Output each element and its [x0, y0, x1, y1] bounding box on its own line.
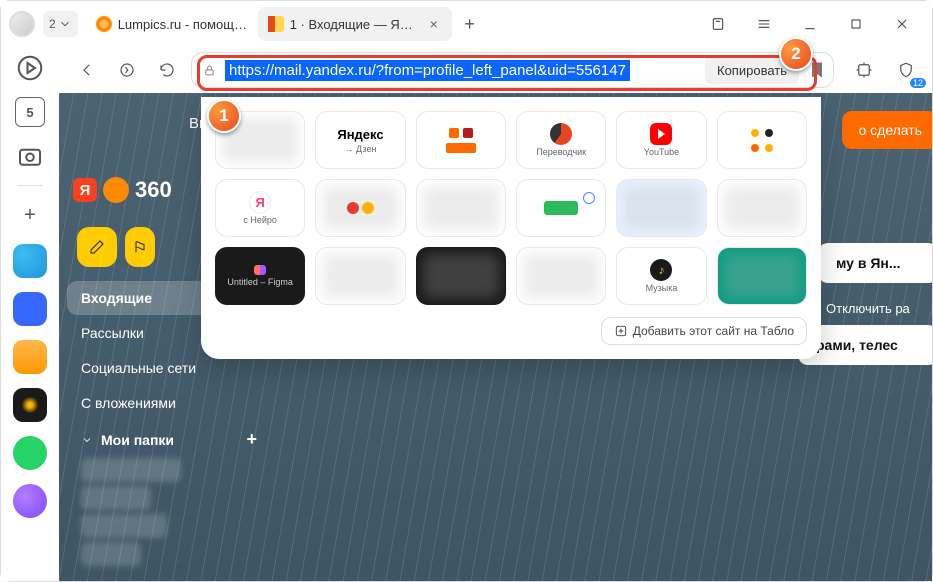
- reload-button[interactable]: [151, 54, 183, 86]
- tab-favicon: [268, 16, 284, 32]
- folder-item[interactable]: [81, 514, 167, 538]
- profile-avatar[interactable]: [9, 11, 35, 37]
- create-button[interactable]: о сделать: [842, 111, 932, 149]
- tablo-tile-music[interactable]: ♪Музыка: [616, 247, 706, 305]
- lock-icon: [202, 63, 217, 78]
- window-close[interactable]: [888, 10, 916, 38]
- promo-card[interactable]: му в Ян...: [818, 243, 932, 283]
- plus-square-icon: [614, 324, 628, 338]
- yandex-360-icon: [103, 177, 129, 203]
- strip-play-icon[interactable]: [15, 53, 45, 83]
- tablo-tile[interactable]: [717, 111, 807, 169]
- tablo-tile[interactable]: [616, 179, 706, 237]
- tablo-tile[interactable]: [717, 179, 807, 237]
- strip-add-button[interactable]: +: [15, 200, 45, 230]
- folder-item[interactable]: [81, 542, 141, 566]
- tab-lumpics[interactable]: Lumpics.ru - помощь с ко: [86, 7, 258, 41]
- address-bar[interactable]: https://mail.yandex.ru/?from=profile_lef…: [191, 52, 834, 88]
- tablo-panel: Яндекс→ Дзен Переводчик YouTube Яс Нейро…: [201, 97, 821, 359]
- yandex-logo: Я: [73, 178, 97, 202]
- url-text: https://mail.yandex.ru/?from=profile_lef…: [225, 60, 630, 81]
- back-button[interactable]: [71, 54, 103, 86]
- app-telegram[interactable]: [13, 244, 47, 278]
- strip-divider: [17, 185, 43, 186]
- tablo-tile-yandex[interactable]: Яндекс→ Дзен: [315, 111, 405, 169]
- tablo-tile-translate[interactable]: Переводчик: [516, 111, 606, 169]
- new-tab-button[interactable]: +: [456, 10, 484, 38]
- tablo-tile[interactable]: [516, 179, 606, 237]
- app-orange[interactable]: [13, 340, 47, 374]
- folder-item[interactable]: [81, 458, 181, 482]
- tab-label: Lumpics.ru - помощь с ко: [118, 17, 248, 32]
- tablo-tile-neuro[interactable]: Яс Нейро: [215, 179, 305, 237]
- tab-count-number: 2: [49, 17, 56, 31]
- strip-screenshot-icon[interactable]: [15, 141, 45, 171]
- tablo-tile[interactable]: [416, 247, 506, 305]
- folder-item[interactable]: [81, 486, 151, 510]
- sidebar-folders-header[interactable]: Мои папки +: [67, 421, 271, 454]
- tablo-tile-figma[interactable]: Untitled – Figma: [215, 247, 305, 305]
- compose-button[interactable]: [77, 227, 117, 267]
- downloads-icon[interactable]: [704, 10, 732, 38]
- compose-secondary-button[interactable]: [125, 227, 155, 267]
- tablo-tile[interactable]: [315, 247, 405, 305]
- chevron-down-icon: [81, 434, 93, 446]
- tablo-tile[interactable]: [315, 179, 405, 237]
- app-blue[interactable]: [13, 292, 47, 326]
- shield-icon[interactable]: 12: [890, 54, 922, 86]
- tab-label: 1 · Входящие — Яндекс: [290, 17, 420, 32]
- shield-badge: 12: [910, 78, 926, 88]
- window-maximize[interactable]: [842, 10, 870, 38]
- brand-360-text: 360: [135, 177, 172, 203]
- menu-icon[interactable]: [750, 10, 778, 38]
- tab-favicon: [96, 16, 112, 32]
- app-alice[interactable]: [13, 484, 47, 518]
- promo-sub[interactable]: Отключить ра: [808, 289, 932, 328]
- window-minimize[interactable]: [796, 10, 824, 38]
- chevron-down-icon: [58, 17, 72, 31]
- add-to-tablo-button[interactable]: Добавить этот сайт на Табло: [601, 317, 807, 345]
- tab-count-pill[interactable]: 2: [43, 11, 78, 37]
- app-whatsapp[interactable]: [13, 436, 47, 470]
- app-dark[interactable]: [13, 388, 47, 422]
- left-sidebar-strip: 5 +: [1, 47, 59, 581]
- tablo-tile[interactable]: [416, 111, 506, 169]
- sidebar-item-attachments[interactable]: С вложениями: [67, 386, 271, 420]
- add-folder-icon[interactable]: +: [246, 429, 257, 450]
- tablo-tile[interactable]: [516, 247, 606, 305]
- tablo-tile[interactable]: [717, 247, 807, 305]
- extensions-icon[interactable]: [848, 54, 880, 86]
- yandex-home-button[interactable]: [111, 54, 143, 86]
- tab-mail[interactable]: 1 · Входящие — Яндекс ×: [258, 7, 452, 41]
- tablo-tile-youtube[interactable]: YouTube: [616, 111, 706, 169]
- tablo-tile[interactable]: [416, 179, 506, 237]
- annotation-callout-2: 2: [779, 37, 813, 71]
- annotation-callout-1: 1: [207, 99, 241, 133]
- close-tab-icon[interactable]: ×: [426, 16, 442, 32]
- strip-tabs-count[interactable]: 5: [15, 97, 45, 127]
